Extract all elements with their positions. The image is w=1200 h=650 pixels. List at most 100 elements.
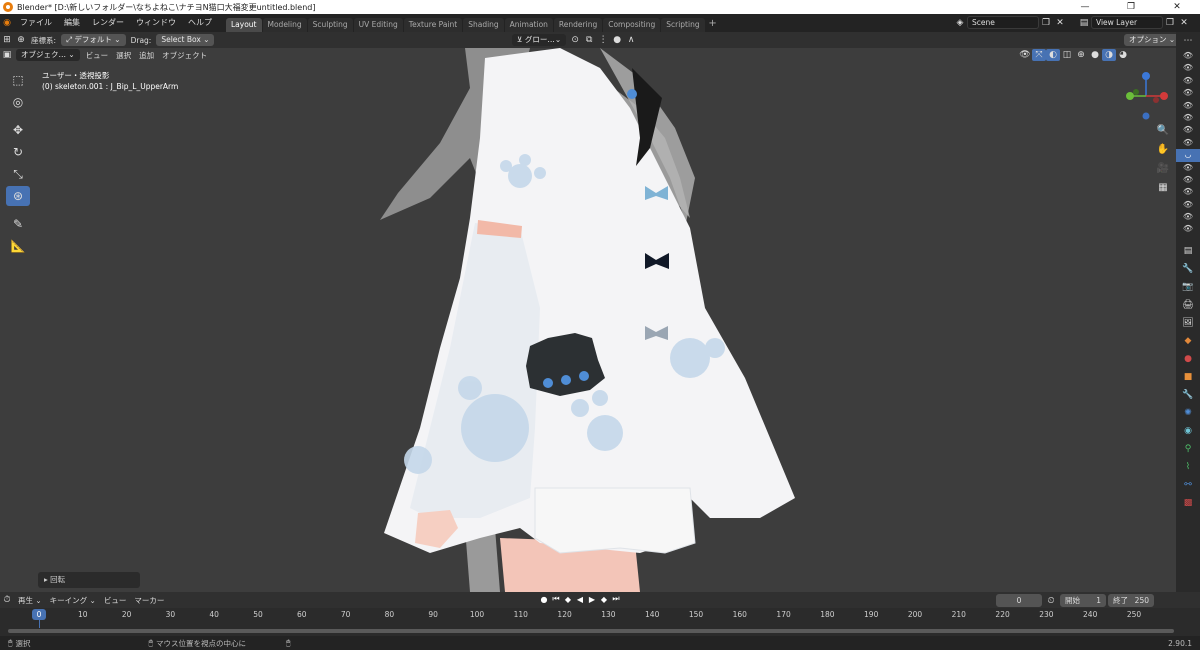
drag-dropdown[interactable]: Select Box ⌄ [156, 34, 215, 46]
visibility-eye-icon[interactable]: 👁 [1176, 174, 1200, 186]
constraint-properties-icon[interactable]: ⌇ [1176, 458, 1200, 476]
output-properties-icon[interactable]: 🖨 [1176, 296, 1200, 314]
solid-shading-icon[interactable]: ● [1088, 49, 1102, 61]
add-workspace-icon[interactable]: + [706, 18, 720, 29]
viewport-menu-select[interactable]: 選択 [116, 50, 131, 61]
visibility-eye-icon[interactable]: 👁 [1176, 75, 1200, 87]
start-frame-field[interactable]: 開始 1 [1060, 594, 1106, 607]
measure-tool-icon[interactable]: 📐 [6, 236, 30, 256]
3d-viewport[interactable]: ▣ オブジェク… ⌄ ビュー 選択 追加 オブジェクト 👁 ⤧ ◐ ◫ ⊕ ● … [0, 48, 1176, 592]
menu-window[interactable]: ウィンドウ [130, 14, 182, 32]
minimize-button[interactable]: — [1062, 0, 1108, 14]
new-scene-icon[interactable]: ❐ [1039, 17, 1053, 29]
view-layer-properties-icon[interactable]: 🖼 [1176, 314, 1200, 332]
maximize-button[interactable]: ❐ [1108, 0, 1154, 14]
timeline-editor-type-icon[interactable]: ⏱ [0, 594, 14, 606]
material-shading-icon[interactable]: ◑ [1102, 49, 1116, 61]
visibility-eye-icon[interactable]: 👁 [1176, 199, 1200, 211]
object-properties-icon[interactable]: ■ [1176, 368, 1200, 386]
select-tool-icon[interactable]: ⬚ [6, 70, 30, 90]
timeline-view-menu[interactable]: ビュー [104, 595, 127, 606]
modifier-properties-icon[interactable]: 🔧 [1176, 386, 1200, 404]
properties-editor-icon[interactable]: ▤ [1176, 242, 1200, 260]
snap-target-icon[interactable]: ⋮ [596, 34, 610, 46]
physics-properties-icon[interactable]: ◉ [1176, 422, 1200, 440]
rotate-tool-icon[interactable]: ↻ [6, 142, 30, 162]
xray-toggle-icon[interactable]: ◫ [1060, 49, 1074, 61]
visibility-filter-icon[interactable]: 👁 [1018, 49, 1032, 61]
visibility-eye-icon[interactable]: 👁 [1176, 112, 1200, 124]
transform-orientation-dropdown[interactable]: ⊻ グロー…⌄ [512, 34, 567, 46]
visibility-closed-eye-icon[interactable]: ◡ [1176, 149, 1200, 162]
remove-scene-icon[interactable]: ✕ [1053, 17, 1067, 29]
filter-icon[interactable]: ⋯ [1176, 32, 1200, 50]
annotate-tool-icon[interactable]: ✎ [6, 214, 30, 234]
menu-help[interactable]: ヘルプ [182, 14, 218, 32]
visibility-eye-icon[interactable]: 👁 [1176, 124, 1200, 136]
tab-compositing[interactable]: Compositing [603, 18, 661, 32]
keying-menu[interactable]: キーイング ⌄ [50, 595, 96, 606]
play-icon[interactable]: ▶ [586, 595, 598, 604]
tab-layout[interactable]: Layout [226, 18, 262, 32]
visibility-eye-icon[interactable]: 👁 [1176, 211, 1200, 223]
tab-rendering[interactable]: Rendering [553, 18, 603, 32]
frame-clock-icon[interactable]: ⏲ [1044, 595, 1058, 607]
editor-type-icon[interactable]: ⊞ [0, 34, 14, 46]
record-icon[interactable]: ● [538, 595, 550, 604]
last-operator-panel[interactable]: ▸ 回転 [38, 572, 140, 588]
remove-view-layer-icon[interactable]: ✕ [1177, 17, 1191, 29]
texture-properties-icon[interactable]: ▩ [1176, 494, 1200, 512]
menu-file[interactable]: ファイル [14, 14, 58, 32]
orientation-dropdown[interactable]: ⤢ デフォルト ⌄ [61, 34, 126, 46]
next-keyframe-icon[interactable]: ◆ [598, 595, 610, 604]
play-reverse-icon[interactable]: ◀ [574, 595, 586, 604]
blender-menu-icon[interactable]: ◉ [0, 17, 14, 29]
end-frame-field[interactable]: 終了 250 [1108, 594, 1154, 607]
bone-properties-icon[interactable]: ⚯ [1176, 476, 1200, 494]
visibility-eye-icon[interactable]: 👁 [1176, 223, 1200, 235]
view-layer-field[interactable]: View Layer [1091, 16, 1163, 29]
viewport-menu-object[interactable]: オブジェクト [162, 50, 207, 61]
current-frame-marker[interactable]: 0 [32, 609, 46, 620]
gizmo-x-axis-icon[interactable] [1160, 92, 1168, 100]
new-view-layer-icon[interactable]: ❐ [1163, 17, 1177, 29]
prev-keyframe-icon[interactable]: ◆ [562, 595, 574, 604]
pan-hand-icon[interactable]: ✋ [1154, 141, 1172, 159]
viewport-menu-view[interactable]: ビュー [86, 50, 109, 61]
active-tool-icon[interactable]: ⊕ [14, 34, 28, 46]
gizmo-z-axis-icon[interactable] [1142, 72, 1150, 80]
viewport-menu-add[interactable]: 追加 [139, 50, 154, 61]
current-frame-field[interactable]: 0 [996, 594, 1042, 607]
wireframe-shading-icon[interactable]: ⊕ [1074, 49, 1088, 61]
tab-scripting[interactable]: Scripting [661, 18, 705, 32]
tab-texture-paint[interactable]: Texture Paint [403, 18, 463, 32]
playhead-line[interactable] [39, 620, 40, 628]
visibility-eye-icon[interactable]: 👁 [1176, 50, 1200, 62]
jump-start-icon[interactable]: ⏮ [550, 594, 562, 604]
visibility-eye-icon[interactable]: 👁 [1176, 100, 1200, 112]
jump-end-icon[interactable]: ⏭ [610, 594, 622, 604]
playback-menu[interactable]: 再生 ⌄ [18, 595, 42, 606]
visibility-eye-icon[interactable]: 👁 [1176, 62, 1200, 74]
move-tool-icon[interactable]: ✥ [6, 120, 30, 140]
camera-view-icon[interactable]: 🎥 [1154, 160, 1172, 178]
close-button[interactable]: ✕ [1154, 0, 1200, 14]
cursor-tool-icon[interactable]: ◎ [6, 92, 30, 112]
marker-menu[interactable]: マーカー [134, 595, 164, 606]
timeline-scrollbar[interactable] [8, 629, 1174, 633]
mode-dropdown[interactable]: オブジェク… ⌄ [16, 49, 80, 61]
scale-tool-icon[interactable]: ⤡ [6, 164, 30, 184]
scene-field[interactable]: Scene [967, 16, 1039, 29]
object-data-properties-icon[interactable]: ⚲ [1176, 440, 1200, 458]
scene-icon[interactable]: ◈ [953, 17, 967, 29]
visibility-eye-icon[interactable]: 👁 [1176, 186, 1200, 198]
tab-shading[interactable]: Shading [463, 18, 504, 32]
tab-animation[interactable]: Animation [504, 18, 553, 32]
falloff-icon[interactable]: ∧ [624, 34, 638, 46]
options-dropdown[interactable]: オプション ⌄ [1124, 34, 1181, 46]
zoom-icon[interactable]: 🔍 [1154, 122, 1172, 140]
snap-icon[interactable]: ⧉ [582, 34, 596, 46]
object-mode-icon[interactable]: ▣ [0, 49, 14, 61]
transform-tool-icon[interactable]: ⊛ [6, 186, 30, 206]
overlay-toggle-icon[interactable]: ◐ [1046, 49, 1060, 61]
